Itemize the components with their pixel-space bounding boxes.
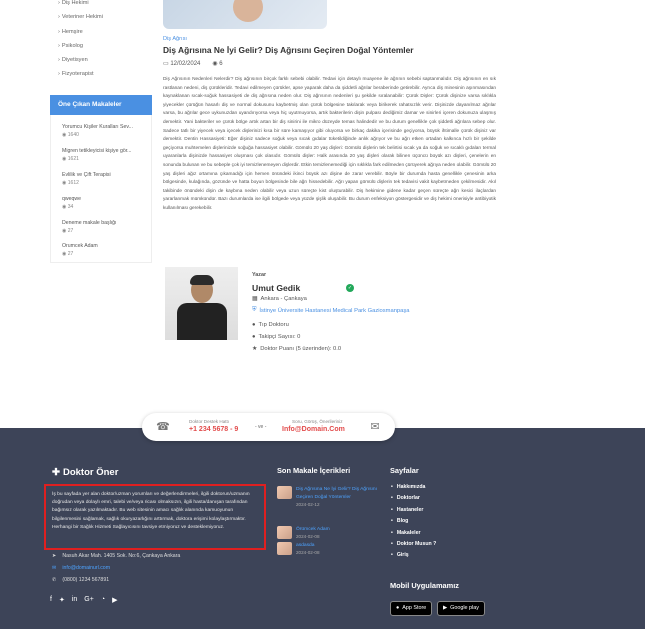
page: › Diş Hekimi › Veteriner Hekimi › Hemşir… bbox=[0, 0, 645, 629]
play-icon: ▶ bbox=[443, 605, 448, 611]
eye-icon: ◉ bbox=[62, 132, 67, 138]
social-links: f ✦ in G+ ◔ ▶ bbox=[50, 596, 117, 604]
mail-icon: ✉ bbox=[370, 421, 380, 433]
eye-icon: ◉ bbox=[62, 180, 67, 186]
building-icon: ▦ bbox=[252, 296, 258, 302]
google-plus-icon[interactable]: G+ bbox=[84, 596, 94, 604]
author-rating: ★ Doktor Puanı (5 üzerinden): 0.0 bbox=[252, 346, 342, 352]
footer-phone[interactable]: ✆ (0800) 1234 567891 bbox=[52, 577, 109, 583]
popular-article-item[interactable]: qweqwe ◉ 34 bbox=[62, 196, 81, 210]
mail-icon: ✉ bbox=[52, 565, 57, 571]
category-item[interactable]: › Fizyoterapist bbox=[58, 67, 153, 81]
verified-icon: ✓ bbox=[346, 284, 354, 292]
facebook-icon[interactable]: f bbox=[50, 596, 52, 604]
article-category[interactable]: Diş Ağrısı bbox=[163, 36, 187, 42]
support-phone-label: Doktor Destek Hattı bbox=[189, 419, 230, 424]
eye-icon: ◉ bbox=[212, 61, 218, 67]
phone-icon: ☎ bbox=[156, 421, 170, 433]
recent-article[interactable]: asdasda 2024-02-08 bbox=[277, 542, 377, 555]
hospital-icon: ⛨ bbox=[252, 307, 257, 313]
article-thumb bbox=[277, 526, 292, 539]
twitter-icon[interactable]: ✦ bbox=[59, 596, 65, 604]
article-hero-image bbox=[163, 0, 327, 29]
recent-article[interactable]: Örümcek Adam 2024-02-08 bbox=[277, 526, 377, 539]
category-item[interactable]: › Veteriner Hekimi bbox=[58, 10, 153, 24]
googleplay-button[interactable]: ▶ Google play bbox=[437, 601, 485, 616]
eye-icon: ◉ bbox=[62, 156, 67, 162]
support-phone[interactable]: +1 234 5678 - 9 bbox=[189, 426, 238, 433]
recent-article[interactable]: Diş Ağrısına Ne İyi Gelir? Diş Ağrısını … bbox=[277, 486, 377, 507]
support-bar: ☎ Doktor Destek Hattı +1 234 5678 - 9 - … bbox=[142, 413, 395, 441]
article-title: Diş Ağrısına Ne İyi Gelir? Diş Ağrısını … bbox=[163, 45, 414, 55]
eye-icon: ◉ bbox=[62, 228, 67, 234]
article-thumb bbox=[277, 486, 292, 499]
mobile-app-title: Mobil Uygulamamız bbox=[390, 581, 459, 590]
article-meta: ▭ 12/02/2024 ◉ 6 bbox=[163, 61, 223, 67]
popular-article-item[interactable]: Evlilik ve Çift Terapisi ◉ 1612 bbox=[62, 172, 111, 186]
user-plus-icon: ● bbox=[252, 334, 256, 340]
calendar-icon: ▭ bbox=[163, 61, 169, 67]
page-link[interactable]: • Hastaneler bbox=[391, 507, 436, 518]
footer-email[interactable]: ✉ info@domainurl.com bbox=[52, 565, 110, 571]
page-link[interactable]: • Makaleler bbox=[391, 530, 436, 541]
support-mail-label: Soru, Görüş, Önerileriniz bbox=[292, 419, 343, 424]
pages-list: • Hakkımızda • Doktorlar • Hastaneler • … bbox=[391, 484, 436, 564]
support-mail[interactable]: Info@Domain.Com bbox=[282, 426, 345, 433]
recent-articles-title: Son Makale İçerikleri bbox=[277, 466, 351, 475]
author-followers: ● Takipçi Sayısı: 0 bbox=[252, 334, 301, 340]
rss-icon[interactable]: ◔ bbox=[101, 596, 105, 604]
page-link[interactable]: • Doktorlar bbox=[391, 495, 436, 506]
logo-icon: ✚ bbox=[52, 467, 60, 478]
footer-address: ➤ Nasuh Akar Mah. 1405 Sok. No:6, Çankaya… bbox=[52, 553, 181, 559]
support-separator: - ve - bbox=[255, 424, 267, 430]
category-item[interactable]: › Diş Hekimi bbox=[58, 0, 153, 10]
popular-article-item[interactable]: Orumcek Adam ◉ 27 bbox=[62, 243, 98, 257]
user-icon: ● bbox=[252, 322, 256, 328]
category-list: › Diş Hekimi › Veteriner Hekimi › Hemşir… bbox=[58, 0, 153, 82]
article-body: Diş Ağrısının Nedenleri Nelerdir? Diş ağ… bbox=[163, 77, 496, 211]
pages-title: Sayfalar bbox=[390, 466, 419, 475]
appstore-button[interactable]: ● App Store bbox=[390, 601, 433, 616]
footer-disclaimer: İş bu sayfada yer alan doktor/uzman yoru… bbox=[44, 484, 266, 550]
phone-icon: ✆ bbox=[52, 577, 57, 583]
author-specialty: ● Tıp Doktoru bbox=[252, 322, 289, 328]
footer-logo[interactable]: ✚ Doktor Öner bbox=[52, 467, 118, 478]
linkedin-icon[interactable]: in bbox=[72, 596, 77, 604]
youtube-icon[interactable]: ▶ bbox=[112, 596, 117, 604]
category-item[interactable]: › Diyetisyen bbox=[58, 53, 153, 67]
popular-article-item[interactable]: Migren tetikleyicisi kişiye gör... ◉ 1621 bbox=[62, 148, 131, 162]
apple-icon: ● bbox=[396, 605, 400, 611]
popular-articles-title: Öne Çıkan Makaleler bbox=[50, 95, 152, 115]
eye-icon: ◉ bbox=[62, 251, 67, 257]
category-item[interactable]: › Psikolog bbox=[58, 39, 153, 53]
page-link[interactable]: • Hakkımızda bbox=[391, 484, 436, 495]
popular-article-item[interactable]: Deneme makale başlığı ◉ 27 bbox=[62, 220, 117, 234]
article-thumb bbox=[277, 542, 292, 555]
page-link[interactable]: • Blog bbox=[391, 518, 436, 529]
category-item[interactable]: › Hemşire bbox=[58, 25, 153, 39]
eye-icon: ◉ bbox=[62, 204, 67, 210]
author-label: Yazar bbox=[252, 272, 267, 278]
location-icon: ➤ bbox=[52, 553, 57, 559]
author-name[interactable]: Umut Gedik bbox=[252, 283, 300, 293]
author-hospital[interactable]: ⛨ İstinye Üniversite Hastanesi Medical Pa… bbox=[252, 307, 410, 314]
popular-article-item[interactable]: Yorumcu Kişiler Kuralları Sev... ◉ 1640 bbox=[62, 124, 133, 138]
author-location: ▦ Ankara - Çankaya bbox=[252, 296, 307, 302]
page-link[interactable]: • Giriş bbox=[391, 552, 436, 563]
page-link[interactable]: • Doktor Musun ? bbox=[391, 541, 436, 552]
star-icon: ★ bbox=[252, 346, 258, 352]
author-photo bbox=[165, 267, 238, 340]
